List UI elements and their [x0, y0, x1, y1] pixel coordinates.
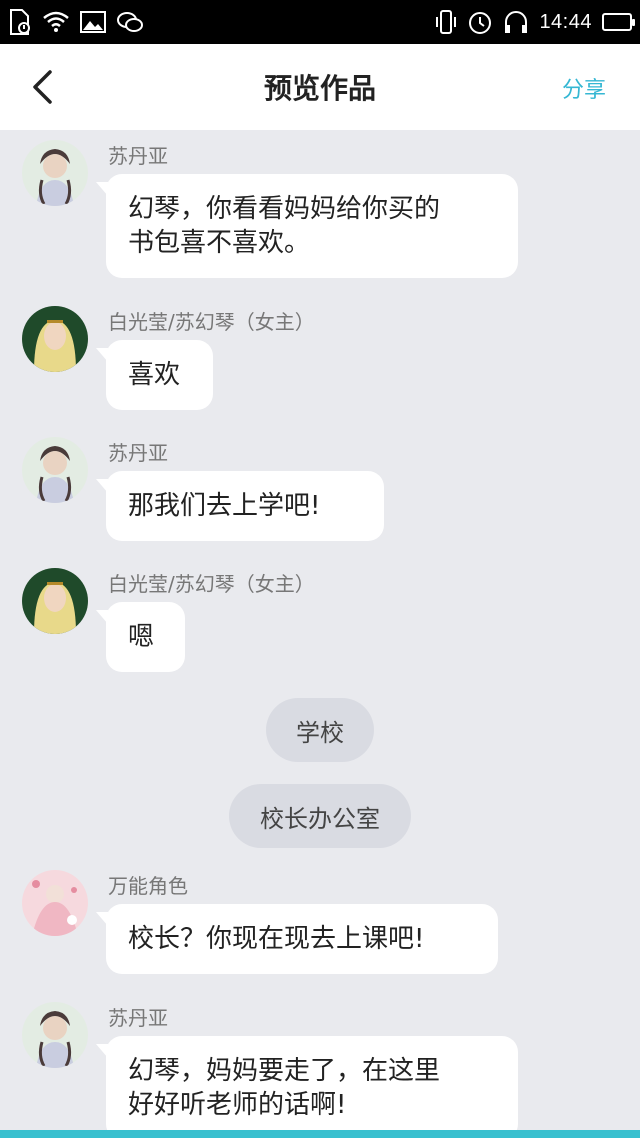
- wifi-icon: [42, 10, 70, 34]
- image-icon: [80, 11, 106, 33]
- alarm-icon: [467, 9, 493, 35]
- message-text: 嗯: [128, 622, 155, 652]
- message-bubble[interactable]: 嗯: [96, 602, 185, 672]
- sender-name: 万能角色: [108, 874, 188, 898]
- avatar-sudanya[interactable]: [22, 140, 88, 206]
- share-button[interactable]: 分享: [562, 72, 606, 104]
- message-text: 喜欢: [128, 360, 181, 390]
- sender-name: 苏丹亚: [108, 441, 168, 465]
- avatar-wanneng[interactable]: [22, 870, 88, 936]
- status-time: 14:44: [539, 10, 592, 33]
- avatar-baiguangying[interactable]: [22, 306, 88, 372]
- message-bubble[interactable]: 幻琴，你看看妈妈给你买的 书包喜不喜欢。: [96, 174, 518, 278]
- scene-tag[interactable]: 校长办公室: [229, 784, 411, 848]
- message-bubble[interactable]: 喜欢: [96, 340, 213, 410]
- status-left-icons: [8, 8, 144, 36]
- avatar-sudanya[interactable]: [22, 437, 88, 503]
- page-title: 预览作品: [263, 72, 376, 105]
- sender-name: 白光莹/苏幻琴（女主）: [108, 310, 315, 334]
- back-button[interactable]: [22, 67, 62, 107]
- message-bubble[interactable]: 那我们去上学吧!: [96, 471, 384, 541]
- message-text: 幻琴，你看看妈妈给你买的: [128, 194, 441, 224]
- bottom-accent-bar: [0, 1130, 640, 1138]
- sender-name: 苏丹亚: [108, 1006, 168, 1030]
- message-text: 书包喜不喜欢。: [128, 228, 311, 258]
- status-right-icons: 14:44: [435, 9, 635, 35]
- headphone-icon: [503, 9, 529, 35]
- message-text: 那我们去上学吧!: [128, 491, 321, 521]
- message-bubble[interactable]: 幻琴，妈妈要走了，在这里 好好听老师的话啊!: [96, 1036, 518, 1130]
- message-text: 校长？你现在现去上课吧!: [128, 924, 425, 954]
- message-bubble[interactable]: 校长？你现在现去上课吧!: [96, 904, 498, 974]
- sim-icon: [8, 8, 32, 36]
- wechat-icon: [116, 10, 144, 34]
- status-bar: 14:44: [0, 0, 640, 44]
- avatar-baiguangying[interactable]: [22, 568, 88, 634]
- message-text: 好好听老师的话啊!: [128, 1090, 347, 1120]
- chat-list[interactable]: 苏丹亚 幻琴，你看看妈妈给你买的 书包喜不喜欢。 白光莹/苏幻琴（女主） 喜欢 …: [0, 130, 640, 1130]
- vibrate-icon: [435, 9, 457, 35]
- scene-tag[interactable]: 学校: [266, 698, 374, 762]
- sender-name: 苏丹亚: [108, 144, 168, 168]
- nav-bar: 预览作品 分享: [0, 44, 640, 130]
- avatar-sudanya[interactable]: [22, 1002, 88, 1068]
- message-text: 幻琴，妈妈要走了，在这里: [128, 1056, 441, 1086]
- battery-icon: [602, 13, 635, 31]
- sender-name: 白光莹/苏幻琴（女主）: [108, 572, 315, 596]
- chevron-left-icon: [33, 70, 52, 104]
